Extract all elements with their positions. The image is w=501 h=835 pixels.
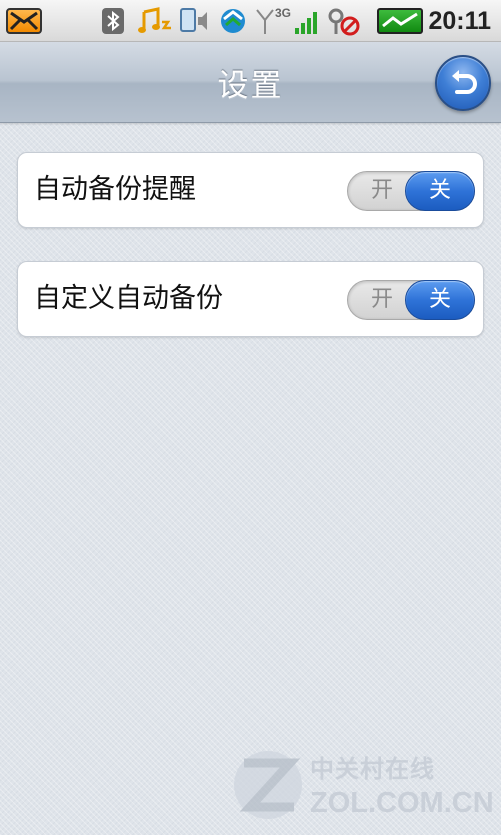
alarm-icon	[326, 6, 360, 36]
battery-icon	[377, 8, 423, 34]
setting-row-auto-backup-reminder: 自动备份提醒 开 关	[17, 152, 484, 228]
toggle-off-label: 关	[428, 178, 451, 203]
watermark-cn: 中关村在线	[310, 755, 435, 783]
music-icon	[138, 6, 174, 36]
toggle-knob[interactable]: 关	[405, 280, 475, 320]
network-type-label: 3G	[275, 6, 292, 20]
toggle-on-label: 开	[370, 178, 393, 203]
bluetooth-icon	[102, 8, 124, 34]
zol-logo-icon	[234, 751, 302, 819]
status-clock: 20:11	[428, 7, 491, 35]
page-title: 设置	[217, 68, 284, 104]
setting-label: 自定义自动备份	[34, 283, 223, 314]
custom-auto-backup-toggle[interactable]: 开 关	[347, 280, 475, 320]
signal-icon: 3G	[255, 6, 319, 36]
toggle-on-label: 开	[370, 287, 393, 312]
auto-backup-reminder-toggle[interactable]: 开 关	[347, 171, 475, 211]
setting-row-custom-auto-backup: 自定义自动备份 开 关	[17, 261, 484, 337]
mail-icon[interactable]	[6, 8, 42, 34]
zol-watermark: 中关村在线 ZOL.COM.CN	[228, 745, 494, 825]
toggle-off-label: 关	[428, 287, 451, 312]
title-bar: 设置	[0, 42, 501, 123]
back-button[interactable]	[435, 55, 491, 111]
setting-label: 自动备份提醒	[34, 174, 196, 205]
toggle-knob[interactable]: 关	[405, 171, 475, 211]
status-bar: 3G 20:11	[0, 0, 501, 42]
watermark-domain: ZOL.COM.CN	[310, 787, 494, 819]
back-arrow-icon	[452, 70, 477, 94]
volume-icon	[180, 8, 210, 34]
sync-icon	[218, 7, 248, 35]
